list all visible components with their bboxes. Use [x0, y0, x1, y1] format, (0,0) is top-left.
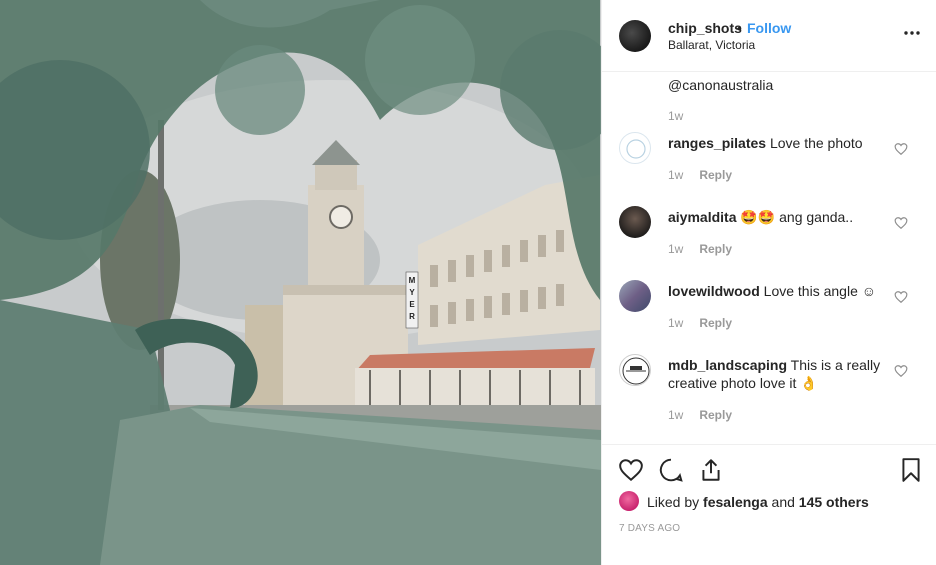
comment-time[interactable]: 1w: [668, 316, 683, 330]
comment-username[interactable]: ranges_pilates: [668, 135, 766, 151]
likes-prefix: Liked by: [647, 494, 700, 510]
comment-item: ranges_pilates Love the photo 1w Reply: [602, 132, 936, 206]
author-username[interactable]: chip_shots: [668, 20, 742, 36]
comment-like-icon[interactable]: [894, 290, 908, 304]
comment-username[interactable]: lovewildwood: [668, 283, 760, 299]
liker-username[interactable]: fesalenga: [703, 494, 768, 510]
likes-joiner: and: [771, 494, 795, 510]
more-options-icon[interactable]: [903, 24, 921, 42]
reply-button[interactable]: Reply: [699, 242, 732, 256]
comment-like-icon[interactable]: [894, 216, 908, 230]
bookmark-icon[interactable]: [898, 457, 924, 483]
comment-time[interactable]: 1w: [668, 408, 683, 422]
comment-like-icon[interactable]: [894, 142, 908, 156]
comment-time[interactable]: 1w: [668, 168, 683, 182]
share-icon[interactable]: [698, 457, 724, 483]
header-separator: •: [737, 20, 742, 36]
post-header: chip_shots • Follow Ballarat, Victoria: [602, 0, 936, 72]
follow-button[interactable]: Follow: [747, 20, 791, 36]
reply-button[interactable]: Reply: [699, 168, 732, 182]
post-timestamp[interactable]: 7 DAYS AGO: [619, 523, 680, 534]
comment-body: Love this angle ☺: [763, 283, 877, 299]
liker-avatar[interactable]: [619, 491, 639, 511]
comment-meta: 1w Reply: [668, 242, 732, 256]
comments-list[interactable]: @canonaustralia 1w ranges_pilates Love t…: [602, 72, 936, 444]
comment-item: lovewildwood Love this angle ☺ 1w Reply: [602, 280, 936, 354]
comment-timestamp[interactable]: 1w: [668, 109, 683, 123]
comment-item: mdb_landscaping This is a really creativ…: [602, 354, 936, 444]
post-actions: Liked by fesalenga and 145 others 7 DAYS…: [602, 444, 936, 565]
comment-text: aiymaldita 🤩🤩 ang ganda..: [668, 208, 883, 226]
comment-body: Love the photo: [769, 135, 863, 151]
comment-text: ranges_pilates Love the photo: [668, 134, 883, 152]
post-location[interactable]: Ballarat, Victoria: [668, 38, 755, 52]
commenter-avatar[interactable]: [619, 206, 651, 238]
commenter-avatar[interactable]: [619, 354, 651, 386]
comment-username[interactable]: mdb_landscaping: [668, 357, 787, 373]
comment-body: 🤩🤩 ang ganda..: [740, 209, 854, 225]
comment-text: lovewildwood Love this angle ☺: [668, 282, 883, 300]
post-side-panel: chip_shots • Follow Ballarat, Victoria @…: [601, 0, 936, 565]
post-photo-scene: MYER: [0, 0, 601, 565]
comment-username[interactable]: aiymaldita: [668, 209, 736, 225]
comment-meta: 1w Reply: [668, 316, 732, 330]
comment-time[interactable]: 1w: [668, 242, 683, 256]
author-avatar[interactable]: [619, 20, 651, 52]
comment-icon[interactable]: [658, 457, 684, 483]
mdb-logo-icon: [622, 357, 650, 385]
comment-item: aiymaldita 🤩🤩 ang ganda.. 1w Reply: [602, 206, 936, 280]
likes-others-count[interactable]: 145 others: [799, 494, 869, 510]
ranges-pilates-logo-icon: [626, 139, 646, 159]
commenter-avatar[interactable]: [619, 132, 651, 164]
commenter-avatar[interactable]: [619, 280, 651, 312]
comment-like-icon[interactable]: [894, 364, 908, 378]
comment-meta: 1w Reply: [668, 408, 732, 422]
comment-meta: 1w Reply: [668, 168, 732, 182]
reply-button[interactable]: Reply: [699, 316, 732, 330]
heart-icon[interactable]: [618, 457, 644, 483]
comment-text: mdb_landscaping This is a really creativ…: [668, 356, 883, 392]
comment-mention-line[interactable]: @canonaustralia: [668, 77, 773, 93]
reply-button[interactable]: Reply: [699, 408, 732, 422]
post-photo[interactable]: MYER: [0, 0, 601, 565]
likes-text: Liked by fesalenga and 145 others: [647, 494, 869, 510]
